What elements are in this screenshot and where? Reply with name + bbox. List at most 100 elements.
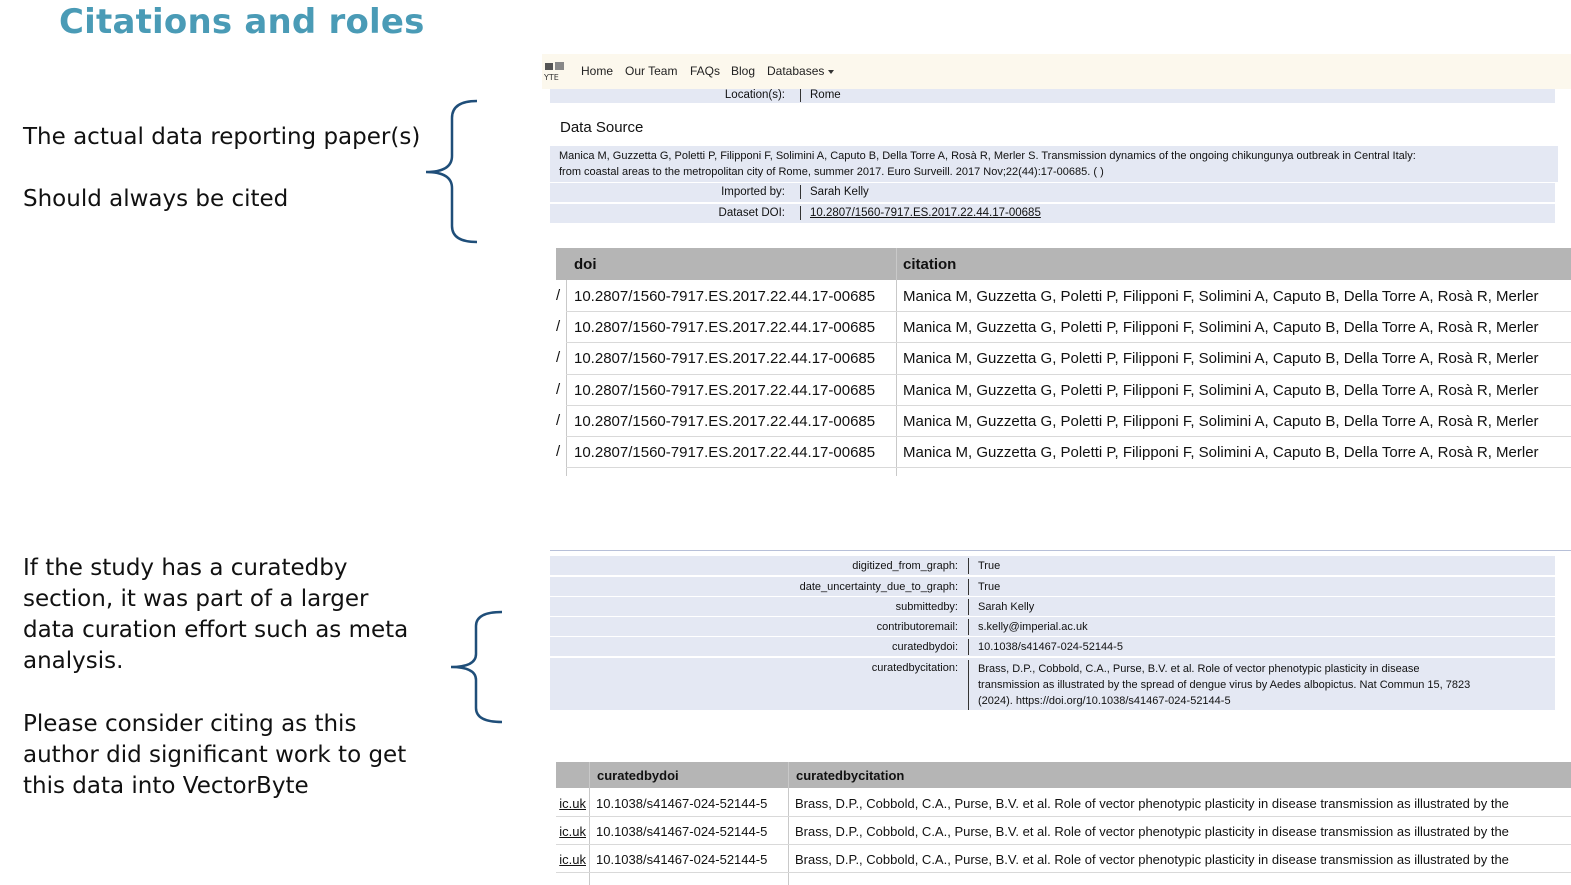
row-divider [968,660,969,710]
curatedbydoi-cell[interactable]: 10.1038/s41467-024-52144-5 [596,796,786,823]
dataset-doi-row: Dataset DOI: 10.2807/1560-7917.ES.2017.2… [550,204,1555,223]
column-header-doi[interactable]: doi [566,248,896,280]
data-source-heading: Data Source [560,119,644,136]
row-divider [556,844,1571,845]
citation-cell[interactable]: Manica M, Guzzetta G, Poletti P, Filippo… [903,319,1571,350]
curated-metadata-screenshot: digitized_from_graph: True date_uncertai… [550,548,1571,714]
digitized-from-graph-row: digitized_from_graph: True [550,556,1555,575]
citation-line: from coastal areas to the metropolitan c… [559,166,1104,178]
data-source-citation: Manica M, Guzzetta G, Poletti P, Filippo… [550,146,1558,182]
email-cell[interactable]: ic.uk [556,824,586,851]
row-divider [968,619,969,635]
citation-line: Manica M, Guzzetta G, Poletti P, Filippo… [559,150,1416,162]
contributor-email-value[interactable]: s.kelly@imperial.ac.uk [978,621,1088,633]
curly-brace-icon [450,610,503,724]
top-border [550,550,1571,551]
meta-label: contributoremail: [876,621,958,633]
meta-label: digitized_from_graph: [852,560,958,572]
curatedbycitation-cell[interactable]: Brass, D.P., Cobbold, C.A., Purse, B.V. … [795,796,1571,823]
dataset-page-screenshot: YTE Home Our Team FAQs Blog Databases Lo… [542,54,1571,234]
column-divider [896,248,897,476]
dataset-doi-link[interactable]: 10.2807/1560-7917.ES.2017.22.44.17-00685 [810,207,1041,219]
curatedbycitation-cell[interactable]: Brass, D.P., Cobbold, C.A., Purse, B.V. … [795,852,1571,879]
citation-cell[interactable]: Manica M, Guzzetta G, Poletti P, Filippo… [903,413,1571,444]
row-divider [968,558,969,574]
table-header-cell [556,248,566,280]
curatedbydoi-cell[interactable]: 10.1038/s41467-024-52144-5 [596,824,786,851]
date-uncertainty-row: date_uncertainty_due_to_graph: True [550,577,1555,596]
row-divider [566,311,1571,312]
row-divider [556,872,1571,873]
submittedby-row: submittedby: Sarah Kelly [550,597,1555,616]
doi-cell[interactable]: 10.2807/1560-7917.ES.2017.22.44.17-00685 [574,288,894,319]
row-divider [968,579,969,595]
curly-brace-icon [425,99,478,244]
row-marker: / [556,287,561,304]
location-row: Location(s): Rome [550,89,1555,103]
note-line: Please consider citing as this [23,711,357,737]
note-always-cite: Should always be cited [23,186,289,212]
row-divider [566,342,1571,343]
row-divider [566,436,1571,437]
email-cell[interactable]: ic.uk [556,852,586,879]
note-please-cite-paragraph: Please consider citing as this author di… [23,709,406,802]
column-header-label: citation [903,256,957,273]
doi-cell[interactable]: 10.2807/1560-7917.ES.2017.22.44.17-00685 [574,444,894,475]
column-divider [788,762,789,885]
caret-down-icon[interactable] [828,70,834,74]
imported-by-value: Sarah Kelly [810,186,869,198]
column-header-label: doi [574,256,597,273]
doi-cell[interactable]: 10.2807/1560-7917.ES.2017.22.44.17-00685 [574,382,894,413]
curatedbydoi-row: curatedbydoi: 10.1038/s41467-024-52144-5 [550,637,1555,656]
meta-label: curatedbycitation: [871,662,958,674]
citation-line: (2024). https://doi.org/10.1038/s41467-0… [978,695,1231,707]
curatedbydoi-cell[interactable]: 10.1038/s41467-024-52144-5 [596,852,786,879]
note-line: If the study has a curatedby [23,555,348,581]
doi-cell[interactable]: 10.2807/1560-7917.ES.2017.22.44.17-00685 [574,319,894,350]
row-divider [800,89,801,102]
meta-value: Sarah Kelly [978,601,1035,613]
citation-cell[interactable]: Manica M, Guzzetta G, Poletti P, Filippo… [903,350,1571,381]
column-header-curatedbycitation[interactable]: curatedbycitation [789,762,1571,788]
svg-text:YTE: YTE [543,73,559,82]
column-header-citation[interactable]: citation [897,248,1571,280]
nav-our-team[interactable]: Our Team [625,64,677,78]
nav-home[interactable]: Home [581,64,613,78]
row-marker: / [556,349,561,366]
vectorbyte-logo-icon[interactable]: YTE [542,60,568,82]
column-divider [589,762,590,885]
column-header-curatedbydoi[interactable]: curatedbydoi [590,762,788,788]
curated-citation-value: Brass, D.P., Cobbold, C.A., Purse, B.V. … [978,661,1470,709]
doi-citation-table: doi citation / 10.2807/1560-7917.ES.2017… [556,248,1571,476]
note-data-paper: The actual data reporting paper(s) [23,124,421,150]
location-label: Location(s): [724,89,785,101]
row-divider [968,599,969,615]
note-line: data curation effort such as meta [23,617,409,643]
row-divider [556,816,1571,817]
citation-cell[interactable]: Manica M, Guzzetta G, Poletti P, Filippo… [903,444,1571,475]
email-cell[interactable]: ic.uk [556,796,586,823]
imported-by-label: Imported by: [721,186,785,198]
doi-cell[interactable]: 10.2807/1560-7917.ES.2017.22.44.17-00685 [574,413,894,444]
location-value: Rome [810,89,841,101]
citation-cell[interactable]: Manica M, Guzzetta G, Poletti P, Filippo… [903,382,1571,413]
meta-label: date_uncertainty_due_to_graph: [799,581,958,593]
note-line: analysis. [23,648,124,674]
curatedbycitation-cell[interactable]: Brass, D.P., Cobbold, C.A., Purse, B.V. … [795,824,1571,851]
row-divider [800,185,801,199]
slide-title: Citations and roles [59,2,425,42]
citation-cell[interactable]: Manica M, Guzzetta G, Poletti P, Filippo… [903,288,1571,319]
column-header-label: curatedbycitation [796,768,905,783]
navbar: YTE Home Our Team FAQs Blog Databases [542,54,1571,89]
note-line: section, it was part of a larger [23,586,369,612]
doi-cell[interactable]: 10.2807/1560-7917.ES.2017.22.44.17-00685 [574,350,894,381]
nav-blog[interactable]: Blog [731,64,755,78]
row-divider [566,374,1571,375]
column-divider [566,280,567,476]
imported-by-row: Imported by: Sarah Kelly [550,183,1555,202]
nav-databases[interactable]: Databases [767,64,824,78]
curatedbycitation-row: curatedbycitation: Brass, D.P., Cobbold,… [550,658,1555,710]
note-curatedby-paragraph: If the study has a curatedby section, it… [23,553,408,677]
nav-faqs[interactable]: FAQs [690,64,720,78]
meta-value: True [978,581,1001,593]
